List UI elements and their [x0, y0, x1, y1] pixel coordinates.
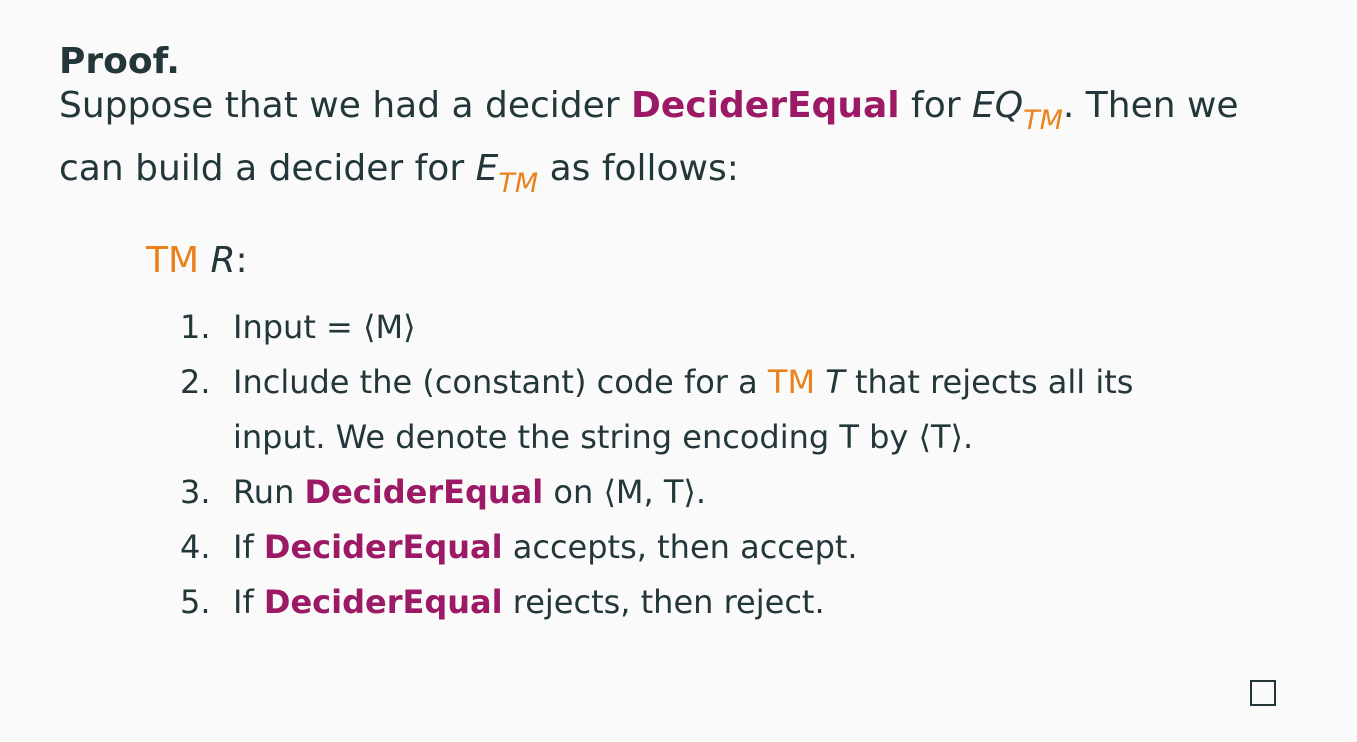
step-line-1: Include the (constant) code for a TM T t…	[233, 355, 1133, 410]
intro-line-2: can build a decider for ETM as follows:	[59, 139, 1289, 202]
step-number: 1.	[180, 308, 211, 346]
step-2: 2. Include the (constant) code for a TM …	[180, 355, 1133, 465]
qed-square-icon	[1250, 680, 1276, 706]
intro-text: as follows:	[538, 148, 739, 189]
step-text-line: Run DeciderEqual on ⟨M, T⟩.	[233, 465, 1133, 520]
step-number: 2.	[180, 363, 211, 401]
proof-intro: Suppose that we had a decider DeciderEqu…	[59, 76, 1289, 202]
step-1: 1. Input = ⟨M⟩	[180, 300, 1133, 355]
language-eq: EQ	[971, 85, 1024, 126]
language-subscript: TM	[498, 168, 539, 199]
intro-text: Suppose that we had a decider	[59, 85, 632, 126]
step-number: 5.	[180, 583, 211, 621]
step-text: If	[233, 583, 264, 621]
intro-text: for	[899, 85, 972, 126]
slide: Proof. Suppose that we had a decider Dec…	[0, 0, 1357, 742]
decider-name: DeciderEqual	[304, 473, 544, 511]
intro-text: can build a decider for	[59, 148, 476, 189]
step-number: 4.	[180, 528, 211, 566]
step-line-2: input. We denote the string encoding T b…	[233, 418, 974, 456]
language-subscript: TM	[1023, 105, 1063, 136]
step-text: Input = ⟨M⟩	[233, 308, 416, 346]
step-text: that rejects all its	[844, 363, 1134, 401]
steps-list: 1. Input = ⟨M⟩ 2. Include the (constant)…	[180, 300, 1133, 630]
step-text: rejects, then reject.	[502, 583, 825, 621]
step-text-line: If DeciderEqual accepts, then accept.	[233, 520, 1133, 575]
step-text: Run	[233, 473, 305, 511]
decider-name: DeciderEqual	[631, 85, 900, 126]
step-5: 5. If DeciderEqual rejects, then reject.	[180, 575, 1133, 630]
step-text: accepts, then accept.	[502, 528, 858, 566]
tm-label: TM	[767, 363, 816, 401]
decider-name: DeciderEqual	[263, 583, 503, 621]
language-e: E	[475, 148, 499, 189]
decider-name: DeciderEqual	[263, 528, 503, 566]
intro-line-1: Suppose that we had a decider DeciderEqu…	[59, 76, 1289, 139]
step-4: 4. If DeciderEqual accepts, then accept.	[180, 520, 1133, 575]
machine-name: R	[210, 240, 236, 281]
step-text: on ⟨M, T⟩.	[543, 473, 707, 511]
step-number: 3.	[180, 473, 211, 511]
step-text: Include the (constant) code for a	[233, 363, 768, 401]
machine-colon: :	[235, 240, 248, 281]
step-3: 3. Run DeciderEqual on ⟨M, T⟩.	[180, 465, 1133, 520]
step-text	[815, 363, 825, 401]
machine-title: TM R:	[146, 236, 248, 286]
tm-label: TM	[146, 240, 200, 281]
step-text-line: If DeciderEqual rejects, then reject.	[233, 575, 1133, 630]
intro-text: . Then we	[1062, 85, 1239, 126]
step-text: If	[233, 528, 264, 566]
machine-var: T	[825, 363, 845, 401]
